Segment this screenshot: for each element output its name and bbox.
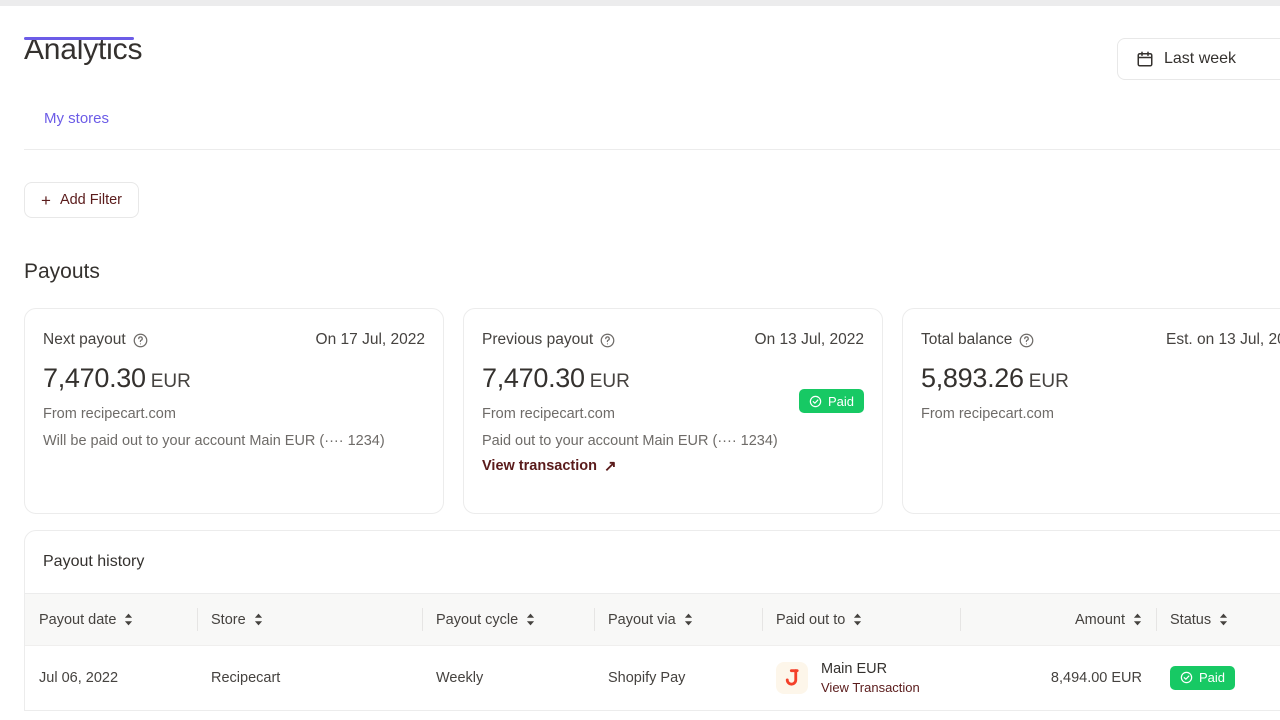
column-header-store[interactable]: Store — [197, 594, 422, 646]
card-label-text: Total balance — [921, 331, 1012, 349]
sort-icon — [853, 613, 862, 626]
table-row[interactable]: Jul 06, 2022 Recipecart Weekly Shopify P… — [25, 646, 1280, 710]
card-label-text: Next payout — [43, 331, 126, 349]
column-header-status[interactable]: Status — [1156, 594, 1280, 646]
arrow-up-right-icon: ↗ — [604, 459, 617, 474]
check-circle-icon — [809, 395, 822, 408]
card-amount: 5,893.26EUR — [921, 363, 1280, 394]
card-header: Next payout On 17 Jul, 2022 — [43, 329, 425, 351]
column-label: Paid out to — [776, 612, 845, 628]
payout-history-title: Payout history — [25, 531, 1280, 593]
column-header-payout-date[interactable]: Payout date — [25, 594, 197, 646]
payout-history-panel: Payout history Payout date Store — [24, 530, 1280, 711]
status-badge-paid: Paid — [1170, 666, 1235, 690]
card-date: On 13 Jul, 2022 — [755, 331, 864, 349]
card-label-text: Previous payout — [482, 331, 593, 349]
table-header-row: Payout date Store — [25, 594, 1280, 646]
question-circle-icon[interactable] — [600, 333, 615, 348]
payout-card-next: Next payout On 17 Jul, 2022 7,470.30EUR … — [24, 308, 444, 514]
sort-icon — [1219, 613, 1228, 626]
payouts-section-title: Payouts — [24, 260, 100, 284]
view-transaction-label: View transaction — [482, 458, 597, 474]
payout-cards: Next payout On 17 Jul, 2022 7,470.30EUR … — [24, 308, 1280, 514]
card-amount: 7,470.30EUR — [43, 363, 425, 394]
column-header-amount[interactable]: Amount — [960, 594, 1156, 646]
check-circle-icon — [1180, 671, 1193, 684]
column-label: Status — [1170, 612, 1211, 628]
sort-icon — [254, 613, 263, 626]
analytics-page: Analytics Last week My stores + Add Filt… — [0, 0, 1280, 720]
card-note: Will be paid out to your account Main EU… — [43, 433, 425, 449]
question-circle-icon[interactable] — [133, 333, 148, 348]
window-top-strip — [0, 0, 1280, 6]
column-header-paid-out-to[interactable]: Paid out to — [762, 594, 960, 646]
cell-payout-cycle: Weekly — [422, 646, 594, 710]
card-amount-currency: EUR — [1029, 371, 1069, 392]
status-badge-paid: Paid — [799, 389, 864, 413]
card-label: Next payout — [43, 331, 148, 349]
cell-store: Recipecart — [197, 646, 422, 710]
add-filter-button[interactable]: + Add Filter — [24, 182, 139, 218]
column-label: Amount — [1075, 612, 1125, 628]
card-date: Est. on 13 Jul, 2022 — [1166, 331, 1280, 349]
column-label: Payout cycle — [436, 612, 518, 628]
tab-bar: My stores — [24, 110, 1280, 150]
card-amount-value: 7,470.30 — [43, 363, 146, 393]
payout-card-total-balance: Total balance Est. on 13 Jul, 2022 5,893… — [902, 308, 1280, 514]
card-label: Previous payout — [482, 331, 615, 349]
cell-payout-date: Jul 06, 2022 — [25, 646, 197, 710]
page-title: Analytics — [24, 30, 1280, 70]
card-note: Paid out to your account Main EUR (···· … — [482, 433, 864, 449]
payout-history-table: Payout date Store — [25, 593, 1280, 710]
sort-icon — [124, 613, 133, 626]
date-range-label: Last week — [1164, 50, 1236, 68]
sort-icon — [1133, 613, 1142, 626]
card-header: Total balance Est. on 13 Jul, 2022 — [921, 329, 1280, 351]
tab-bar-divider — [24, 149, 1280, 150]
view-transaction-link[interactable]: View transaction ↗ — [482, 458, 617, 474]
cell-paid-out-to: Main EUR View Transaction — [762, 646, 960, 710]
column-label: Payout via — [608, 612, 676, 628]
j-glyph — [782, 668, 802, 688]
card-header: Previous payout On 13 Jul, 2022 — [482, 329, 864, 351]
view-transaction-link[interactable]: View Transaction — [821, 680, 920, 695]
card-source: From recipecart.com — [921, 406, 1280, 422]
sort-icon — [684, 613, 693, 626]
cell-amount: 8,494.00 EUR — [960, 646, 1156, 710]
column-header-payout-cycle[interactable]: Payout cycle — [422, 594, 594, 646]
page-header: Analytics — [24, 30, 1280, 90]
paid-out-to-name: Main EUR — [821, 661, 920, 677]
date-range-picker[interactable]: Last week — [1117, 38, 1280, 80]
column-label: Store — [211, 612, 246, 628]
card-amount-value: 7,470.30 — [482, 363, 585, 393]
cell-payout-via: Shopify Pay — [594, 646, 762, 710]
payout-card-previous: Previous payout On 13 Jul, 2022 7,470.30… — [463, 308, 883, 514]
status-badge-label: Paid — [1199, 670, 1225, 685]
store-j-icon — [776, 662, 808, 694]
card-label: Total balance — [921, 331, 1034, 349]
cell-status: Paid — [1156, 646, 1280, 710]
tab-active-indicator — [24, 37, 134, 40]
card-amount-currency: EUR — [151, 371, 191, 392]
calendar-icon — [1136, 50, 1154, 68]
add-filter-label: Add Filter — [60, 192, 122, 208]
card-source: From recipecart.com — [43, 406, 425, 422]
sort-icon — [526, 613, 535, 626]
tab-my-stores[interactable]: My stores — [40, 110, 113, 140]
question-circle-icon[interactable] — [1019, 333, 1034, 348]
status-badge-label: Paid — [828, 394, 854, 409]
card-amount-value: 5,893.26 — [921, 363, 1024, 393]
column-header-payout-via[interactable]: Payout via — [594, 594, 762, 646]
card-date: On 17 Jul, 2022 — [316, 331, 425, 349]
plus-icon: + — [41, 192, 51, 209]
column-label: Payout date — [39, 612, 116, 628]
card-amount-currency: EUR — [590, 371, 630, 392]
